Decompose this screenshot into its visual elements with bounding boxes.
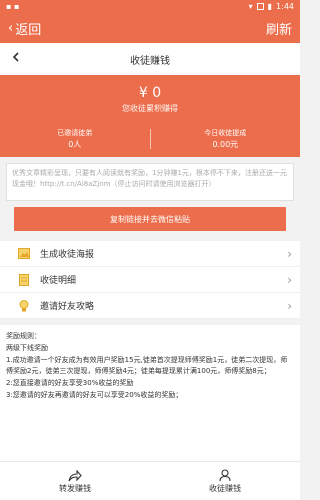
- back-label: 返回: [15, 22, 42, 38]
- menu-item-label: 生成收徒海报: [40, 250, 95, 260]
- document-icon: [18, 273, 30, 286]
- back-arrow-icon[interactable]: [10, 51, 22, 67]
- status-bar: ▪ ▪ ▾ ▮ 1:44: [0, 0, 300, 13]
- back-button[interactable]: ‹ 返回: [8, 19, 41, 38]
- reward-rules: 奖励规则： 两级下线奖励 1.成功邀请一个好友成为有效用户奖励15元,徒弟首次提…: [0, 325, 300, 477]
- stats-row: 已邀请徒弟 0人 今日收徒提成 0.00元: [0, 127, 300, 151]
- today-commission-stat: 今日收徒提成 0.00元: [151, 127, 301, 151]
- invited-value: 0人: [68, 140, 82, 149]
- page-title: 收徒赚钱: [130, 55, 170, 67]
- menu-list: 生成收徒海报 › 收徒明细 › 邀请好友攻略 ›: [0, 241, 300, 319]
- chevron-right-icon: ›: [287, 272, 292, 287]
- menu-item-details[interactable]: 收徒明细 ›: [0, 267, 300, 293]
- rules-title: 奖励规则：: [6, 332, 41, 340]
- user-icon: [219, 469, 231, 483]
- refresh-button[interactable]: 刷新: [266, 19, 292, 38]
- total-earnings-label: 您收徒累积赚得: [122, 104, 178, 113]
- menu-item-guide[interactable]: 邀请好友攻略 ›: [0, 293, 300, 319]
- chevron-left-icon: ‹: [8, 20, 14, 36]
- wifi-icon: ▾: [248, 2, 253, 11]
- chevron-right-icon: ›: [287, 246, 292, 261]
- rules-line: 1.成功邀请一个好友成为有效用户奖励15元,徒弟首次提现师傅奖励1元，徒弟二次提…: [6, 356, 288, 375]
- total-earnings: ¥ 0: [138, 85, 162, 101]
- lightbulb-icon: [18, 299, 30, 312]
- app-bar: ‹ 返回 刷新: [0, 13, 300, 43]
- rules-line: 2:您直接邀请的好友享受30%收益的奖励: [6, 379, 134, 387]
- battery-icon: ▮: [267, 2, 273, 11]
- tab-label: 收徒赚钱: [209, 483, 241, 493]
- earnings-summary: ¥ 0 您收徒累积赚得 已邀请徒弟 0人 今日收徒提成 0.00元: [0, 75, 300, 157]
- menu-item-label: 邀请好友攻略: [40, 302, 95, 312]
- status-right: ▾ ▮ 1:44: [249, 2, 294, 11]
- invited-stat: 已邀请徒弟 0人: [0, 127, 150, 151]
- tab-label: 转发赚钱: [59, 483, 91, 493]
- status-left: ▪ ▪: [6, 2, 20, 11]
- menu-item-label: 收徒明细: [40, 276, 77, 286]
- invite-text-box[interactable]: 优秀文章精彩呈现，只要有人阅读就有奖励，1分钟赚1元，根本停不下来，注册还送一元…: [6, 163, 294, 201]
- rules-line: 两级下线奖励: [6, 344, 48, 352]
- menu-item-poster[interactable]: 生成收徒海报 ›: [0, 241, 300, 267]
- page-content: 收徒赚钱 ¥ 0 您收徒累积赚得 已邀请徒弟 0人 今日收徒提成 0.00元: [0, 43, 300, 157]
- signal-icon: [256, 3, 264, 10]
- status-time: 1:44: [276, 2, 294, 11]
- today-commission-value: 0.00元: [212, 140, 239, 149]
- image-icon: [18, 248, 30, 260]
- rules-line: 3:您邀请的好友再邀请的好友可以享受20%收益的奖励；: [6, 391, 183, 399]
- tab-recruit-earn[interactable]: 收徒赚钱: [150, 462, 300, 500]
- share-icon: [68, 469, 82, 483]
- copy-link-button[interactable]: 复制链接并去微信粘贴: [14, 207, 286, 231]
- page-header: 收徒赚钱: [0, 43, 300, 75]
- chevron-right-icon: ›: [287, 298, 292, 313]
- tab-share-earn[interactable]: 转发赚钱: [0, 462, 150, 500]
- invited-label: 已邀请徒弟: [57, 129, 93, 137]
- bottom-tab-bar: 转发赚钱 收徒赚钱: [0, 461, 300, 500]
- today-commission-label: 今日收徒提成: [204, 129, 247, 137]
